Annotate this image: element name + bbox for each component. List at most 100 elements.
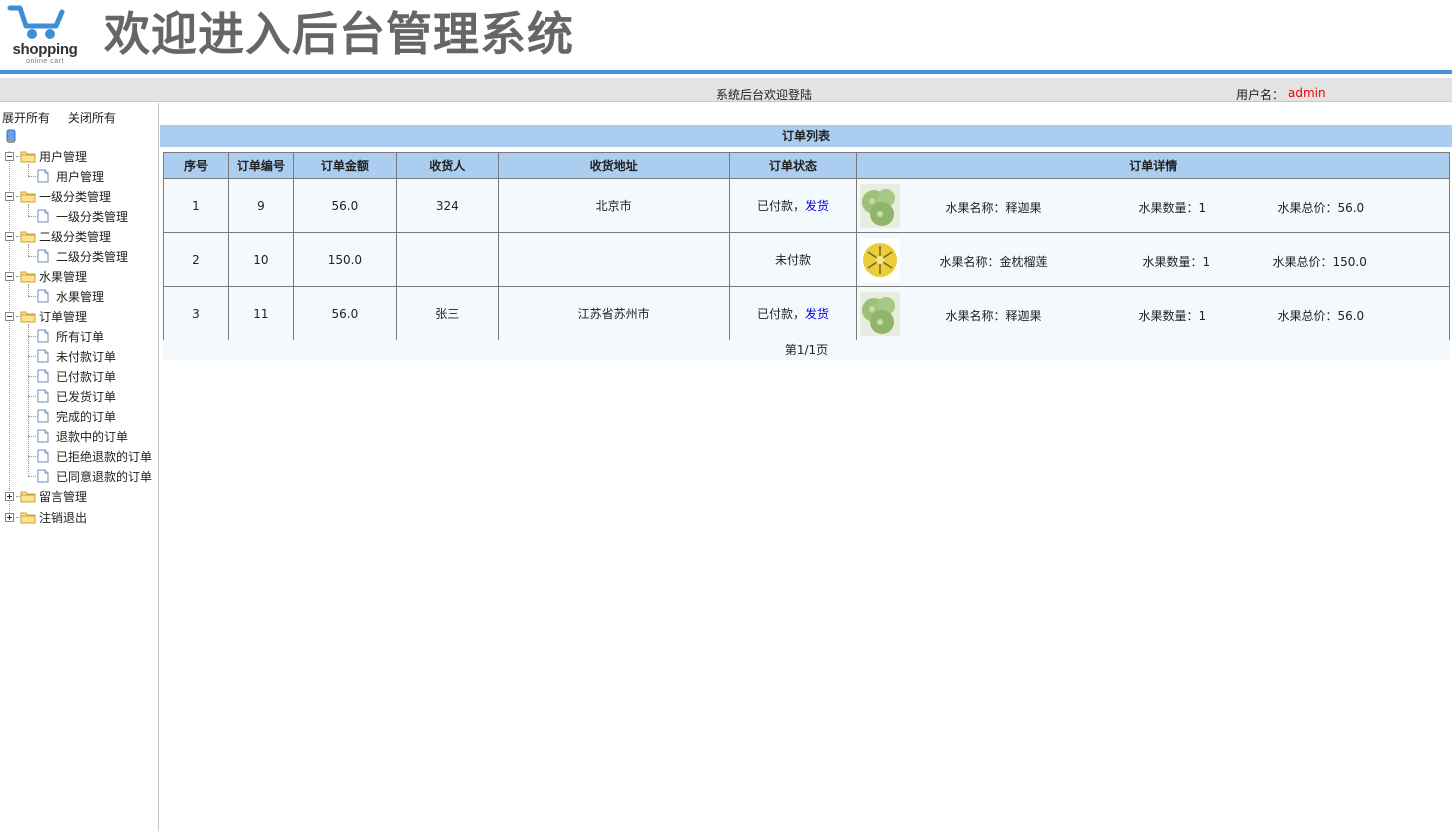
collapse-icon[interactable] <box>5 311 14 321</box>
durian-image <box>860 237 901 282</box>
tree-connector <box>28 295 36 297</box>
cell-seq: 3 <box>163 286 229 341</box>
document-icon <box>37 329 49 343</box>
cell-status: 已付款，发货 <box>728 286 858 341</box>
tree-leaf-label: 二级分类管理 <box>56 249 129 264</box>
expand-icon[interactable] <box>5 491 14 501</box>
column-header-order-no: 订单编号 <box>227 152 294 179</box>
tree-node-label: 注销退出 <box>39 510 88 525</box>
tree-node-2[interactable]: 二级分类管理 <box>5 226 111 246</box>
custard-apple-image <box>860 183 901 228</box>
welcome-text: 系统后台欢迎登陆 <box>716 88 813 102</box>
column-header-amount: 订单金额 <box>292 152 397 179</box>
cell-status: 已付款，发货 <box>728 178 858 233</box>
column-header-seq: 序号 <box>163 152 229 179</box>
tree-node-label: 水果管理 <box>39 269 88 284</box>
tree-connector <box>28 475 36 477</box>
tree-node-0[interactable]: 用户管理 <box>5 146 87 166</box>
fruit-quantity: 水果数量：1 <box>1138 200 1207 215</box>
tree-leaf-4-0[interactable]: 所有订单 <box>28 326 104 346</box>
tree-leaf-label: 已同意退款的订单 <box>56 469 153 484</box>
username-value: admin <box>1288 86 1326 100</box>
tree-leaf-4-7[interactable]: 已同意退款的订单 <box>28 466 152 486</box>
cell-amount: 56.0 <box>292 178 397 233</box>
tree-node-label: 订单管理 <box>39 309 88 324</box>
tree-node-4[interactable]: 订单管理 <box>5 306 87 326</box>
document-icon <box>37 409 49 423</box>
folder-icon <box>20 230 36 243</box>
tree-leaf-4-4[interactable]: 完成的订单 <box>28 406 116 426</box>
document-icon <box>37 389 49 403</box>
tree-guide-line <box>28 284 29 296</box>
cell-detail: 水果名称：释迦果 水果数量：1 水果总价：56.0 <box>856 178 1450 233</box>
tree-leaf-3-0[interactable]: 水果管理 <box>28 286 104 306</box>
tree-leaf-0-0[interactable]: 用户管理 <box>28 166 104 186</box>
tree-leaf-4-1[interactable]: 未付款订单 <box>28 346 116 366</box>
document-icon <box>37 369 49 383</box>
tree-node-label: 留言管理 <box>39 489 88 504</box>
cell-receiver <box>395 232 499 287</box>
tree-leaf-label: 已付款订单 <box>56 369 117 384</box>
tree-connector <box>28 355 36 357</box>
sidebar: 展开所有 关闭所有 用户管理 用户管理 一级分类管理 一级分类管理 二级分类管理 二级分类… <box>0 103 159 831</box>
fruit-total: 水果总价：56.0 <box>1277 200 1365 215</box>
order-list-title: 订单列表 <box>160 125 1452 147</box>
tree-connector <box>28 175 36 177</box>
top-bar: 系统后台欢迎登陆 用户名： admin <box>0 78 1452 102</box>
folder-icon <box>20 270 36 283</box>
fruit-name: 水果名称：释迦果 <box>945 308 1042 323</box>
tree-node-3[interactable]: 水果管理 <box>5 266 87 286</box>
tree-connector <box>28 255 36 257</box>
header: shopping online cart 欢迎进入后台管理系统 <box>0 0 1452 72</box>
tree-leaf-4-3[interactable]: 已发货订单 <box>28 386 116 406</box>
ship-link[interactable]: 发货 <box>805 199 829 213</box>
tree-node-5[interactable]: 留言管理 <box>5 486 87 506</box>
tree-node-6[interactable]: 注销退出 <box>5 507 87 527</box>
cell-order-no: 11 <box>227 286 294 341</box>
cell-receiver: 324 <box>395 178 499 233</box>
status-text: 已付款， <box>757 307 806 321</box>
pagination: 第1/1页 <box>163 340 1450 360</box>
collapse-icon[interactable] <box>5 271 14 281</box>
main-content: 订单列表 序号 订单编号 订单金额 收货人 收货地址 订单状态 订单详情 195… <box>160 103 1452 831</box>
table-row: 2 10 150.0 未付款 水果名称：金枕榴莲 水果数量：1 水果总价：150.0 <box>163 232 1450 287</box>
tree-leaf-1-0[interactable]: 一级分类管理 <box>28 206 128 226</box>
cell-receiver: 张三 <box>395 286 499 341</box>
status-text: 已付款， <box>757 199 806 213</box>
table-row: 3 11 56.0 张三 江苏省苏州市 已付款，发货 水果名称：释迦果 水果数量：1 水果总价：… <box>163 286 1450 341</box>
tree-connector <box>28 415 36 417</box>
collapse-icon[interactable] <box>5 231 14 241</box>
order-table: 序号 订单编号 订单金额 收货人 收货地址 订单状态 订单详情 1 9 56.0 32… <box>163 152 1450 341</box>
tree-controls: 展开所有 关闭所有 <box>2 109 130 126</box>
column-header-receiver: 收货人 <box>395 152 499 179</box>
expand-icon[interactable] <box>5 512 14 522</box>
collapse-icon[interactable] <box>5 151 14 161</box>
collapse-all-link[interactable]: 关闭所有 <box>68 111 116 125</box>
tree-leaf-4-6[interactable]: 已拒绝退款的订单 <box>28 446 152 466</box>
tree-node-1[interactable]: 一级分类管理 <box>5 186 111 206</box>
column-header-address: 收货地址 <box>497 152 730 179</box>
expand-all-link[interactable]: 展开所有 <box>2 111 50 125</box>
cell-seq: 1 <box>163 178 229 233</box>
collapse-icon[interactable] <box>5 191 14 201</box>
tree-node-label: 用户管理 <box>39 149 88 164</box>
tree-leaf-label: 水果管理 <box>56 289 105 304</box>
ship-link[interactable]: 发货 <box>805 307 829 321</box>
cell-amount: 150.0 <box>292 232 397 287</box>
document-icon <box>37 469 49 483</box>
status-text: 未付款 <box>775 253 812 267</box>
fruit-total: 水果总价：56.0 <box>1277 308 1365 323</box>
tree-leaf-4-5[interactable]: 退款中的订单 <box>28 426 128 446</box>
tree-connector <box>28 375 36 377</box>
document-icon <box>37 169 49 183</box>
table-header-row: 序号 订单编号 订单金额 收货人 收货地址 订单状态 订单详情 <box>163 152 1450 179</box>
shopping-cart-logo: shopping online cart <box>6 2 78 68</box>
tree-leaf-label: 一级分类管理 <box>56 209 129 224</box>
tree-leaf-2-0[interactable]: 二级分类管理 <box>28 246 128 266</box>
page-title: 欢迎进入后台管理系统 <box>104 7 574 61</box>
tree-leaf-4-2[interactable]: 已付款订单 <box>28 366 116 386</box>
tree-guide-line <box>28 244 29 256</box>
logo-subtext: online cart <box>26 58 64 65</box>
tree-guide-line <box>28 204 29 216</box>
fruit-quantity: 水果数量：1 <box>1138 308 1207 323</box>
